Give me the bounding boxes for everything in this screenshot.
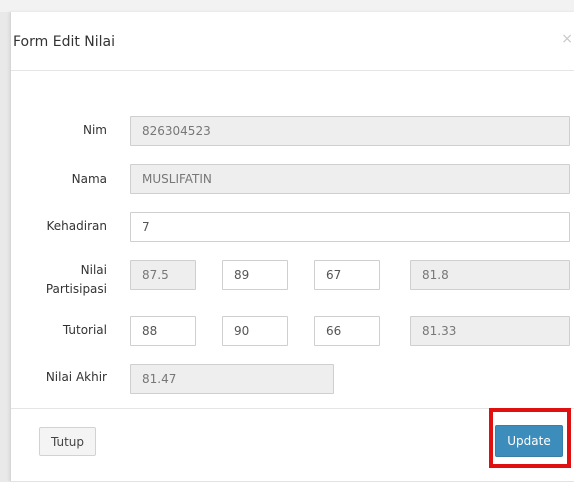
nilai-akhir-label: Nilai Akhir xyxy=(45,370,107,384)
partisipasi-score-3[interactable] xyxy=(314,260,380,290)
edit-nilai-modal: Form Edit Nilai × Nim Nama Kehadiran Nil… xyxy=(10,12,574,481)
kehadiran-label: Kehadiran xyxy=(46,219,107,233)
modal-title: Form Edit Nilai xyxy=(13,34,115,50)
partisipasi-score-2[interactable] xyxy=(222,260,288,290)
page-backdrop xyxy=(0,0,574,12)
update-button[interactable]: Update xyxy=(495,425,563,457)
modal-header: Form Edit Nilai × xyxy=(11,12,574,71)
tutup-button[interactable]: Tutup xyxy=(39,427,96,456)
partisipasi-label-line2: Partisipasi xyxy=(45,282,107,296)
tutorial-score-1[interactable] xyxy=(130,316,196,346)
nilai-akhir-field[interactable] xyxy=(130,364,334,394)
tutorial-score-3[interactable] xyxy=(314,316,380,346)
partisipasi-average[interactable] xyxy=(410,260,570,290)
nim-field[interactable] xyxy=(130,116,570,146)
tutorial-label: Tutorial xyxy=(62,323,107,337)
partisipasi-label-line1: Nilai xyxy=(80,263,107,277)
nama-label: Nama xyxy=(71,172,107,186)
close-icon[interactable]: × xyxy=(561,31,573,47)
nama-field[interactable] xyxy=(130,164,570,194)
partisipasi-score-1[interactable] xyxy=(130,260,196,290)
tutorial-score-2[interactable] xyxy=(222,316,288,346)
kehadiran-field[interactable] xyxy=(130,212,570,242)
tutorial-average[interactable] xyxy=(410,316,570,346)
nim-label: Nim xyxy=(83,123,107,137)
